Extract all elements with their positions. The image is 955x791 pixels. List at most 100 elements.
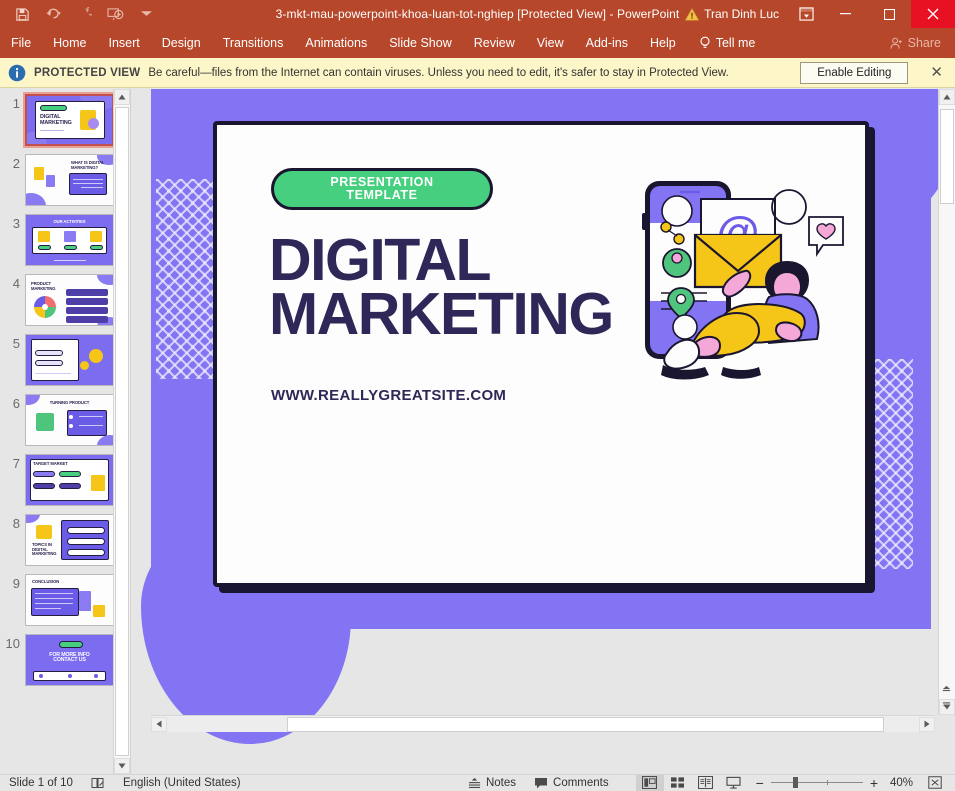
tab-transitions[interactable]: Transitions [212,28,295,58]
tab-add-ins[interactable]: Add-ins [575,28,639,58]
thumbnail-number: 3 [3,214,25,232]
thumbnail-preview[interactable]: TOPICS IN DIGITAL MARKETING [25,514,114,566]
current-slide[interactable]: PRESENTATION TEMPLATE DIGITAL MARKETING … [151,89,931,629]
thumbnail-slide-3[interactable]: 3 OUR ACTIVITIES [0,214,130,266]
enable-editing-button[interactable]: Enable Editing [800,62,908,84]
slide-vertical-scrollbar[interactable] [938,89,955,715]
slide-counter[interactable]: Slide 1 of 10 [0,775,82,791]
thumbnail-number: 8 [3,514,25,532]
thumbnail-slide-4[interactable]: 4 PRODUCTMARKETING [0,274,130,326]
scroll-up-icon[interactable] [114,89,130,105]
slide-thumbnail-pane: 1 DIGITALMARKETING 2 [0,89,131,774]
spell-check-icon[interactable] [82,775,114,791]
workspace: 1 DIGITALMARKETING 2 [0,89,955,774]
zoom-slider-handle[interactable] [793,777,798,788]
slide-thumbnail-list[interactable]: 1 DIGITALMARKETING 2 [0,89,130,774]
tab-help[interactable]: Help [639,28,687,58]
zoom-out-button[interactable]: − [756,775,764,791]
slide-title-line-2: MARKETING [269,287,613,341]
thumbnail-pane-scrollbar[interactable] [113,89,130,774]
thumbnail-slide-7[interactable]: 7 TARGET MARKET [0,454,130,506]
thumbnail-number: 5 [3,334,25,352]
zoom-in-button[interactable]: + [870,775,878,791]
thumbnail-preview[interactable]: CONCLUSION [25,574,114,626]
email-marketing-illustration: @ [637,175,847,390]
tab-slide-show[interactable]: Slide Show [378,28,463,58]
slide-navigation-buttons[interactable] [939,682,954,712]
thumbnail-preview[interactable]: TURNING PRODUCT [25,394,114,446]
minimize-button[interactable] [823,0,867,28]
share-button[interactable]: Share [890,36,941,50]
previous-slide-icon[interactable] [939,682,954,696]
scroll-up-icon[interactable] [939,89,955,105]
thumbnail-slide-8[interactable]: 8 TOPICS IN DIGITAL MARKETING [0,514,130,566]
scroll-left-icon[interactable] [151,717,167,732]
warning-icon [685,8,699,21]
thumbnail-preview[interactable]: EXPLANATION [25,334,114,386]
tab-home[interactable]: Home [42,28,97,58]
close-button[interactable] [911,0,955,28]
thumbnail-preview[interactable]: WHAT IS DIGITALMARKETING? [25,154,114,206]
user-name: Tran Dinh Luc [704,7,779,21]
protected-view-label: PROTECTED VIEW [34,67,140,79]
zoom-level[interactable]: 40% [885,777,913,789]
start-presentation-icon[interactable] [105,4,125,24]
horizontal-scroll-thumb[interactable] [287,717,884,732]
thumbnail-slide-6[interactable]: 6 TURNING PRODUCT [0,394,130,446]
maximize-button[interactable] [867,0,911,28]
notes-label: Notes [486,777,516,789]
user-account[interactable]: Tran Dinh Luc [675,0,789,28]
undo-icon[interactable] [43,4,63,24]
tab-review[interactable]: Review [463,28,526,58]
thumbnail-slide-10[interactable]: 10 FOR MORE INFOCONTACT US [0,634,130,686]
scroll-down-icon[interactable] [114,758,130,774]
notes-icon [468,777,481,789]
fit-slide-to-window-button[interactable] [921,775,949,791]
tell-me-search[interactable]: Tell me [687,36,756,50]
thumbnail-preview[interactable]: TARGET MARKET [25,454,114,506]
slide-title[interactable]: DIGITAL MARKETING [269,233,613,341]
zoom-slider[interactable] [771,782,863,783]
thumbnail-preview[interactable]: FOR MORE INFOCONTACT US [25,634,114,686]
thumbnail-preview[interactable]: PRODUCTMARKETING [25,274,114,326]
slide-sorter-view-button[interactable] [664,775,692,791]
tab-design[interactable]: Design [151,28,212,58]
notes-button[interactable]: Notes [459,775,525,791]
comments-button[interactable]: Comments [525,775,618,791]
next-slide-icon[interactable] [939,698,954,712]
customize-qat-icon[interactable] [136,4,156,24]
slide-editing-area[interactable]: PRESENTATION TEMPLATE DIGITAL MARKETING … [131,89,955,774]
thumbnail-number: 9 [3,574,25,592]
thumbnail-slide-9[interactable]: 9 CONCLUSION [0,574,130,626]
tab-animations[interactable]: Animations [294,28,378,58]
normal-view-button[interactable] [636,775,664,791]
scroll-right-icon[interactable] [919,717,935,732]
thumbnail-scroll-thumb[interactable] [115,107,129,756]
slide-horizontal-scrollbar[interactable] [151,715,935,732]
slide-show-view-button[interactable] [720,775,748,791]
thumbnail-preview[interactable]: OUR ACTIVITIES [25,214,114,266]
horizontal-scroll-track[interactable] [167,717,919,732]
thumbnail-slide-2[interactable]: 2 WHAT IS DIGITALMARKETING? [0,154,130,206]
save-icon[interactable] [12,4,32,24]
slide-website-url[interactable]: WWW.REALLYGREATSITE.COM [271,387,481,405]
ribbon-display-options-icon[interactable] [789,0,823,28]
thumbnail-preview[interactable]: DIGITALMARKETING [25,94,114,146]
tab-insert[interactable]: Insert [98,28,151,58]
close-protected-view-icon[interactable]: ✕ [930,65,943,80]
vertical-scroll-thumb[interactable] [940,109,954,204]
thumbnail-scroll-track[interactable] [114,105,130,758]
slide-title-line-1: DIGITAL [269,233,613,287]
presentation-template-badge[interactable]: PRESENTATION TEMPLATE [271,168,493,210]
redo-icon[interactable] [74,4,94,24]
zoom-control[interactable]: − + 40% [748,775,921,791]
reading-view-button[interactable] [692,775,720,791]
language-indicator[interactable]: English (United States) [114,775,250,791]
tab-view[interactable]: View [526,28,575,58]
tab-file[interactable]: File [0,28,42,58]
vertical-scroll-track[interactable] [939,105,955,699]
thumbnail-slide-5[interactable]: 5 EXPLANATION [0,334,130,386]
zoom-slider-midtick [827,780,828,785]
thumbnail-slide-1[interactable]: 1 DIGITALMARKETING [0,94,130,146]
slide-content-card[interactable]: PRESENTATION TEMPLATE DIGITAL MARKETING … [213,121,869,587]
